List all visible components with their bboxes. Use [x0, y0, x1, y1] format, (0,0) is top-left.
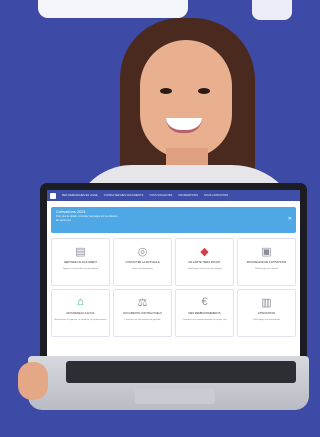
- nav-item-documents[interactable]: CONSULTER MES DOCUMENTS: [104, 194, 144, 197]
- banner-title: Cotisations 2021: [56, 209, 86, 214]
- service-tile[interactable]: € MES REMBOURSEMENTS Consulter vos rembour…: [175, 289, 234, 337]
- service-tile-description: Télécharger vos attestations: [252, 318, 281, 321]
- person-face: [140, 40, 232, 158]
- service-tile[interactable]: ◆ MA CARTE TIERS PAYANT Télécharger votre …: [175, 238, 234, 286]
- service-tile-description: Rechercher un opticien, un dentiste, un …: [54, 318, 107, 321]
- service-tile[interactable]: ▣ MON RELEVE DE COTISATIONS Télécharger vo…: [237, 238, 296, 286]
- left-eye: [160, 88, 172, 94]
- laptop-screen: MES DEMARCHES EN LIGNE CONSULTER MES DOC…: [47, 190, 300, 356]
- service-tile[interactable]: ⚖ DOCUMENTS CONTRACTUELS Consulter vos doc…: [113, 289, 172, 337]
- target-icon: ◎: [137, 245, 148, 258]
- nav-item-souhaitez[interactable]: VOUS SOUHAITEZ: [149, 194, 172, 197]
- service-tile[interactable]: ⌂ MON RESEAU KALIVIA Rechercher un opticie…: [51, 289, 110, 337]
- nav-item-informations[interactable]: INFORMATIONS: [178, 194, 198, 197]
- banner-link[interactable]: En savoir plus: [56, 219, 291, 222]
- service-tile-description: Déposer et consulter vos documents: [62, 267, 99, 270]
- info-banner: Cotisations 2021 Pour plus de détails, c…: [51, 207, 296, 233]
- service-tile-label: ATTESTATION: [257, 312, 276, 315]
- person-hand: [18, 362, 48, 400]
- service-tile-label: MON RESEAU KALIVIA: [66, 312, 95, 315]
- laptop-keyboard: [66, 361, 296, 383]
- background-letter-shape: [38, 0, 188, 18]
- background-letter-shape-2: [252, 0, 292, 20]
- nav-item-demarches[interactable]: MES DEMARCHES EN LIGNE: [62, 194, 98, 197]
- service-tile-description: Télécharger votre carte tiers payant: [187, 267, 222, 270]
- document-icon: ▤: [75, 245, 86, 258]
- service-tile[interactable]: ▥ ATTESTATION Télécharger vos attestations: [237, 289, 296, 337]
- service-tile[interactable]: ▤ DEPOSER UN DOCUMENT Déposer et consulter…: [51, 238, 110, 286]
- service-tile-label: CONTACTER LA MUTUELLE: [125, 261, 160, 264]
- contract-icon: ⚖: [137, 296, 148, 309]
- service-tile-description: Télécharger vos relevés: [254, 267, 279, 270]
- service-tile-label: DOCUMENTS CONTRACTUELS: [123, 312, 162, 315]
- laptop-trackpad: [135, 388, 215, 404]
- service-tile-label: MA CARTE TIERS PAYANT: [188, 261, 221, 264]
- service-tile-label: MES REMBOURSEMENTS: [188, 312, 221, 315]
- certificate-icon: ▣: [261, 245, 272, 258]
- service-grid: ▤ DEPOSER UN DOCUMENT Déposer et consulter…: [47, 238, 300, 337]
- kalivia-icon: ⌂: [77, 296, 84, 308]
- close-icon[interactable]: ✕: [288, 216, 292, 222]
- euro-icon: €: [201, 296, 208, 308]
- service-tile-description: Consulter vos remboursements en temps ré…: [182, 318, 227, 321]
- banner-subtitle: Pour plus de détails, consultez nos page…: [56, 215, 119, 218]
- home-icon[interactable]: [50, 192, 56, 199]
- service-tile-description: Suivre vos demandes: [131, 267, 154, 270]
- service-tile-label: DEPOSER UN DOCUMENT: [64, 261, 97, 264]
- top-navigation: MES DEMARCHES EN LIGNE CONSULTER MES DOC…: [47, 190, 300, 201]
- right-eye: [198, 88, 210, 94]
- card-icon: ◆: [200, 245, 209, 258]
- service-tile[interactable]: ◎ CONTACTER LA MUTUELLE Suivre vos demande…: [113, 238, 172, 286]
- service-tile-label: MON RELEVE DE COTISATIONS: [246, 261, 287, 264]
- nav-item-contact[interactable]: NOUS CONTACTER: [204, 194, 228, 197]
- service-tile-description: Consulter vos documents de garantie: [124, 318, 161, 321]
- file-icon: ▥: [261, 296, 272, 309]
